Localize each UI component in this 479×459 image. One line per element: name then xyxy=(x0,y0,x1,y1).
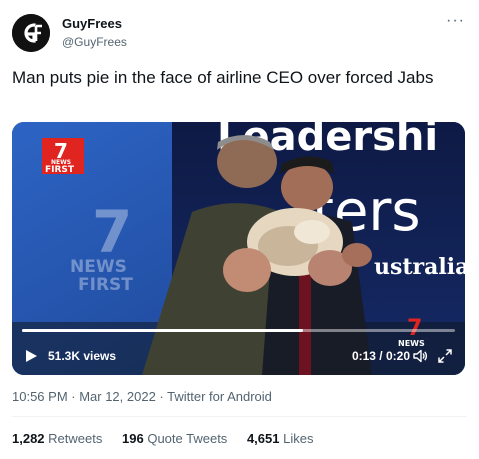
quotes-stat[interactable]: 196 Quote Tweets xyxy=(122,431,227,446)
retweets-count: 1,282 xyxy=(12,431,45,446)
ellipsis-icon[interactable]: ··· xyxy=(446,12,465,30)
video-progress-fill xyxy=(22,329,304,332)
logo-bottom: FIRST xyxy=(45,165,75,175)
volume-icon[interactable] xyxy=(412,348,428,364)
watermark-number: 7 xyxy=(92,198,132,266)
watermark-first: FIRST xyxy=(78,275,133,295)
tweet-timestamp[interactable]: 10:56 PM · Mar 12, 2022 · Twitter for An… xyxy=(12,389,272,404)
avatar[interactable] xyxy=(12,14,50,52)
video-time: 0:13 / 0:20 xyxy=(351,349,410,363)
retweets-label: Retweets xyxy=(48,431,103,446)
tweet-header: GuyFrees @GuyFrees ··· xyxy=(12,12,467,60)
author-display-name[interactable]: GuyFrees xyxy=(62,16,127,32)
quotes-label: Quote Tweets xyxy=(147,431,228,446)
tweet-stats: 1,282 Retweets 196 Quote Tweets 4,651 Li… xyxy=(12,431,329,446)
tweet-text: Man puts pie in the face of airline CEO … xyxy=(12,68,434,87)
backdrop-text-3: ustralia xyxy=(374,254,465,280)
author-names: GuyFrees @GuyFrees xyxy=(62,16,127,50)
author-handle[interactable]: @GuyFrees xyxy=(62,34,127,50)
likes-count: 4,651 xyxy=(246,431,280,446)
video-player[interactable]: Leadershi ters ustralia 7 NEWS FIRST 7 N… xyxy=(12,122,465,375)
video-controls: 51.3K views 0:13 / 0:20 xyxy=(12,337,465,375)
video-views: 51.3K views xyxy=(48,349,117,363)
fullscreen-icon[interactable] xyxy=(437,348,453,364)
quotes-count: 196 xyxy=(122,431,144,446)
guyfrees-logo-icon xyxy=(12,14,50,52)
channel-logo: 7 NEWS FIRST xyxy=(42,138,84,175)
retweets-stat[interactable]: 1,282 Retweets xyxy=(12,431,102,446)
tweet-card: GuyFrees @GuyFrees ··· Man puts pie in t… xyxy=(0,0,479,459)
watermark-news: NEWS xyxy=(70,257,127,277)
play-icon[interactable] xyxy=(24,349,38,363)
likes-stat[interactable]: 4,651 Likes xyxy=(247,431,314,446)
likes-label: Likes xyxy=(283,431,314,446)
divider-top xyxy=(12,416,467,417)
video-progress-bar[interactable] xyxy=(22,329,455,332)
